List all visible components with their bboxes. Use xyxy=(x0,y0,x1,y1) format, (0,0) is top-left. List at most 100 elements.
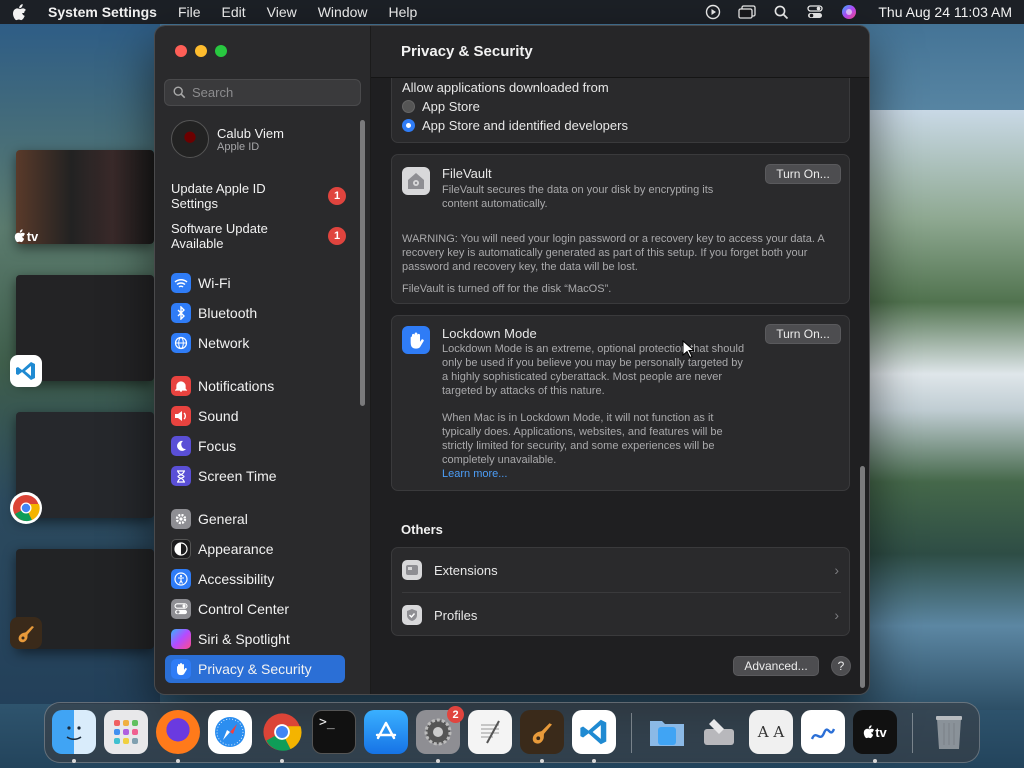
menu-app-name[interactable]: System Settings xyxy=(48,4,157,20)
filevault-card: FileVault FileVault secures the data on … xyxy=(391,154,850,304)
radio-app-store-identified[interactable]: App Store and identified developers xyxy=(402,118,628,133)
terminal-icon[interactable]: >_ xyxy=(312,710,356,754)
menu-bar: System Settings File Edit View Window He… xyxy=(0,0,1024,24)
sidebar-scrollbar[interactable] xyxy=(360,120,365,406)
folder-finder-icon[interactable] xyxy=(645,710,689,754)
row-profiles[interactable]: Profiles › xyxy=(392,593,849,637)
sidebar-item-notifications[interactable]: Notifications xyxy=(165,372,345,400)
font-book-icon[interactable]: A A xyxy=(749,710,793,754)
launchpad-icon[interactable] xyxy=(104,710,148,754)
sidebar-item-accessibility[interactable]: Accessibility xyxy=(165,565,345,593)
sidebar-item-general[interactable]: General xyxy=(165,505,345,533)
trash-icon[interactable] xyxy=(927,710,971,754)
control-center-icon[interactable] xyxy=(806,4,824,20)
sidebar-item-control-center[interactable]: Control Center xyxy=(165,595,345,623)
main-scrollbar[interactable] xyxy=(860,466,865,688)
row-label: Extensions xyxy=(434,562,498,578)
search-input[interactable] xyxy=(192,85,352,100)
sidebar-item-sound[interactable]: Sound xyxy=(165,402,345,430)
row-extensions[interactable]: Extensions › xyxy=(392,548,849,592)
others-heading: Others xyxy=(401,522,443,537)
sidebar-item-label: Privacy & Security xyxy=(198,661,312,677)
downloads-heading: Allow applications downloaded from xyxy=(402,80,609,95)
search-icon xyxy=(173,86,186,99)
garageband-icon[interactable] xyxy=(520,710,564,754)
menu-file[interactable]: File xyxy=(178,4,201,20)
help-button[interactable]: ? xyxy=(831,656,851,676)
lockdown-turn-on-button[interactable]: Turn On... xyxy=(765,324,841,344)
tv-thumb-label: tv xyxy=(26,228,39,244)
sidebar-item-privacy-security[interactable]: Privacy & Security xyxy=(165,655,345,683)
filevault-warning: WARNING: You will need your login passwo… xyxy=(402,233,825,273)
filevault-turn-on-button[interactable]: Turn On... xyxy=(765,164,841,184)
siri-icon[interactable] xyxy=(840,4,858,20)
globe-icon xyxy=(171,333,191,353)
sidebar-item-siri-spotlight[interactable]: Siri & Spotlight xyxy=(165,625,345,653)
vscode-app-icon xyxy=(10,355,42,387)
running-indicator xyxy=(592,759,596,763)
learn-more-link[interactable]: Learn more... xyxy=(442,468,507,480)
radio-app-store[interactable]: App Store xyxy=(402,99,480,114)
menu-help[interactable]: Help xyxy=(389,4,418,20)
close-button[interactable] xyxy=(175,45,187,57)
apple-tv-icon[interactable]: tv xyxy=(853,710,897,754)
running-indicator xyxy=(72,759,76,763)
sidebar-item-label: Network xyxy=(198,335,250,351)
safari-icon[interactable] xyxy=(208,710,252,754)
sidebar-alert-apple-id[interactable]: Update Apple ID Settings 1 xyxy=(171,181,346,211)
sidebar-item-appearance[interactable]: Appearance xyxy=(165,535,345,563)
minimize-button[interactable] xyxy=(195,45,207,57)
menu-clock[interactable]: Thu Aug 24 11:03 AM xyxy=(878,4,1012,20)
running-indicator xyxy=(436,759,440,763)
advanced-button[interactable]: Advanced... xyxy=(733,656,819,676)
freeform-icon[interactable] xyxy=(801,710,845,754)
avatar xyxy=(171,120,209,158)
apple-id-account[interactable]: Calub Viem Apple ID xyxy=(171,120,284,158)
sidebar-item-network[interactable]: Network xyxy=(165,329,345,357)
lockdown-card: Lockdown Mode Lockdown Mode is an extrem… xyxy=(391,315,850,491)
chrome-icon[interactable] xyxy=(260,710,304,754)
system-settings-icon[interactable]: 2 xyxy=(416,706,464,754)
firefox-icon[interactable] xyxy=(156,710,200,754)
radio-unselected[interactable] xyxy=(402,100,415,113)
account-subtitle: Apple ID xyxy=(217,140,260,153)
play-icon[interactable] xyxy=(704,4,722,20)
sidebar-item-wifi[interactable]: Wi-Fi xyxy=(165,269,345,297)
sidebar-item-label: Notifications xyxy=(198,378,275,394)
accessibility-icon xyxy=(171,569,191,589)
sidebar-alert-software-update[interactable]: Software Update Available 1 xyxy=(171,221,346,251)
sidebar-item-label: Wi-Fi xyxy=(198,275,231,291)
desktop-wallpaper-right xyxy=(860,110,1024,710)
hand-icon xyxy=(402,326,430,354)
dock-separator xyxy=(631,713,632,753)
finder-icon[interactable] xyxy=(52,710,96,754)
radio-selected[interactable] xyxy=(402,119,415,132)
filevault-description: FileVault secures the data on your disk … xyxy=(442,184,714,210)
others-card: Extensions › Profiles › xyxy=(391,547,850,636)
apple-menu-icon[interactable] xyxy=(12,3,30,21)
textedit-icon[interactable] xyxy=(468,710,512,754)
stage-manager-icon[interactable] xyxy=(738,4,757,20)
notification-badge: 1 xyxy=(328,227,346,245)
menu-view[interactable]: View xyxy=(267,4,297,20)
running-indicator xyxy=(176,759,180,763)
disk-utility-icon[interactable] xyxy=(697,710,741,754)
tv-app-icon: tv xyxy=(10,220,42,252)
sidebar-item-label: Bluetooth xyxy=(198,305,258,321)
bluetooth-icon xyxy=(171,303,191,323)
sidebar-item-focus[interactable]: Focus xyxy=(165,432,345,460)
search-field[interactable] xyxy=(164,79,361,106)
filevault-icon xyxy=(402,167,430,195)
radio-label: App Store and identified developers xyxy=(422,118,628,133)
sidebar-item-screen-time[interactable]: Screen Time xyxy=(165,462,345,490)
menu-edit[interactable]: Edit xyxy=(222,4,246,20)
spotlight-search-icon[interactable] xyxy=(772,4,790,20)
menu-window[interactable]: Window xyxy=(318,4,368,20)
sidebar-item-label: General xyxy=(198,511,248,527)
vscode-icon[interactable] xyxy=(572,710,616,754)
control-center-icon xyxy=(171,599,191,619)
zoom-button[interactable] xyxy=(215,45,227,57)
app-store-icon[interactable] xyxy=(364,710,408,754)
speaker-icon xyxy=(171,406,191,426)
sidebar-item-bluetooth[interactable]: Bluetooth xyxy=(165,299,345,327)
